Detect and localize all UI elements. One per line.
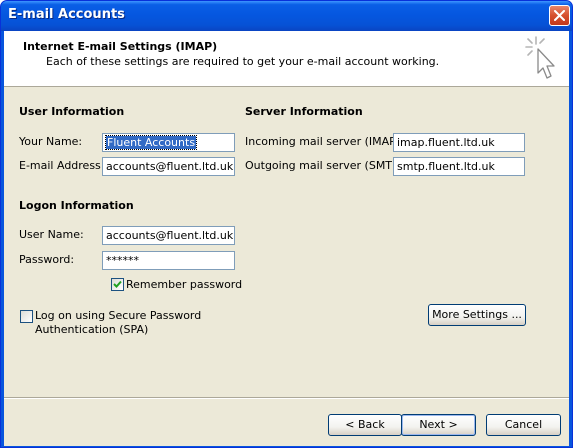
cursor-sparkle-icon (525, 36, 555, 79)
email-address-label: E-mail Address: (19, 159, 105, 172)
logon-info-heading: Logon Information (19, 199, 134, 212)
more-settings-button[interactable]: More Settings ... (428, 304, 526, 326)
user-name-label: User Name: (19, 228, 84, 241)
cancel-button[interactable]: Cancel (486, 414, 561, 436)
remember-password-label[interactable]: Remember password (126, 278, 242, 291)
your-name-value: Fluent Accounts (104, 135, 198, 150)
incoming-server-field[interactable]: imap.fluent.ltd.uk (393, 133, 525, 152)
window-title: E-mail Accounts (8, 7, 125, 22)
footer-divider (4, 397, 569, 399)
your-name-field[interactable]: Fluent Accounts (102, 133, 235, 152)
title-bar[interactable]: E-mail Accounts (1, 1, 572, 31)
incoming-server-label: Incoming mail server (IMAP): (245, 135, 404, 148)
your-name-label: Your Name: (19, 135, 83, 148)
user-info-heading: User Information (19, 105, 125, 118)
spa-label-line2[interactable]: Authentication (SPA) (35, 323, 148, 336)
password-field[interactable]: ****** (102, 251, 235, 270)
outgoing-server-label: Outgoing mail server (SMTP): (245, 159, 407, 172)
checkmark-icon (113, 280, 122, 288)
page-subtitle: Each of these settings are required to g… (46, 55, 440, 68)
email-address-field[interactable]: accounts@fluent.ltd.uk (102, 157, 235, 176)
dialog-client-area: Internet E-mail Settings (IMAP) Each of … (4, 31, 569, 446)
spa-label-line1[interactable]: Log on using Secure Password (35, 309, 201, 322)
close-button[interactable] (549, 5, 570, 26)
password-label: Password: (19, 253, 75, 266)
page-title: Internet E-mail Settings (IMAP) (23, 40, 218, 53)
close-icon (554, 10, 565, 21)
wizard-header: Internet E-mail Settings (IMAP) Each of … (4, 31, 569, 87)
remember-password-checkbox[interactable] (111, 278, 124, 291)
next-button[interactable]: Next > (401, 414, 476, 436)
back-button[interactable]: < Back (328, 414, 402, 436)
email-accounts-window: E-mail Accounts Internet E-mail Settings… (0, 0, 573, 448)
user-name-field[interactable]: accounts@fluent.ltd.uk (102, 226, 235, 245)
server-info-heading: Server Information (245, 105, 363, 118)
outgoing-server-field[interactable]: smtp.fluent.ltd.uk (393, 157, 525, 176)
spa-checkbox[interactable] (20, 310, 33, 323)
